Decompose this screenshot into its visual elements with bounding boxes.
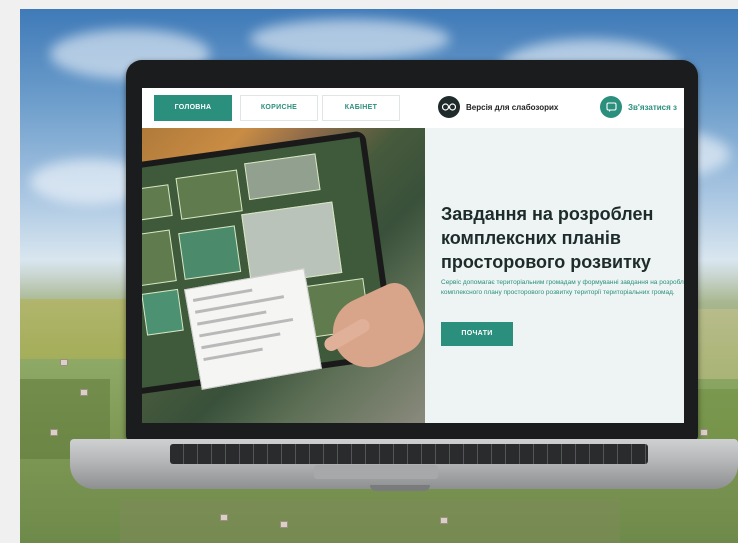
contact-label: Зв'язатися з [628,102,677,112]
map-popup-image [184,268,322,390]
tab-useful[interactable]: КОРИСНЕ [240,95,318,121]
hero-title-line-1: Завдання на розроблен [441,204,654,224]
chat-icon [600,96,622,118]
tab-home[interactable]: ГОЛОВНА [154,95,232,121]
hero-description: Сервіс допомагає територіальним громадам… [441,279,684,296]
hero-title-line-3: просторового розвитку [441,252,651,272]
glasses-icon [438,96,460,118]
start-button[interactable]: ПОЧАТИ [441,322,513,346]
hero-title-line-2: комплексних планів [441,228,621,248]
low-vision-label: Версія для слабозорих [466,102,559,112]
low-vision-version-link[interactable]: Версія для слабозорих [438,95,558,119]
hero-title: Завдання на розроблен комплексних планів… [441,202,684,274]
hero-panel: Завдання на розроблен комплексних планів… [425,128,684,423]
contact-link[interactable]: Зв'язатися з [600,95,677,119]
laptop-screen: ГОЛОВНА КОРИСНЕ КАБІНЕТ Версія для слабо… [142,88,684,423]
tab-cabinet[interactable]: КАБІНЕТ [322,95,400,121]
hero-image [142,128,425,423]
top-navigation: ГОЛОВНА КОРИСНЕ КАБІНЕТ Версія для слабо… [142,88,684,129]
laptop-keyboard [170,444,648,464]
laptop-trackpad [314,465,438,479]
laptop-hinge [370,485,430,491]
